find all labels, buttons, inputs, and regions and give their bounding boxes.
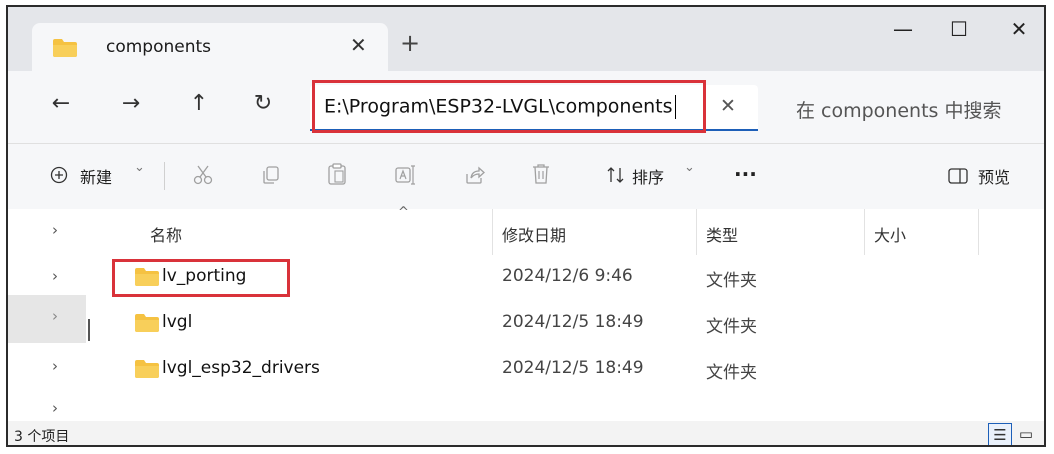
chevron-right-icon[interactable]: › [52,267,58,285]
clear-address-icon[interactable]: ✕ [720,95,736,117]
preview-pane-icon [948,168,968,184]
search-input[interactable]: 在 components 中搜索 [778,85,1040,131]
address-input[interactable]: E:\Program\ESP32-LVGL\components [324,95,677,119]
more-options-button[interactable]: ··· [734,162,757,186]
rename-icon[interactable] [394,164,416,186]
column-size[interactable]: 大小 [874,222,906,246]
maximize-button[interactable]: ☐ [944,17,974,41]
folder-icon [135,268,159,286]
column-modified[interactable]: 修改日期 [502,222,566,246]
new-label: 新建 [80,168,113,187]
file-name: lvgl [162,312,193,332]
tiles-view-button[interactable]: ▭ [1014,423,1038,445]
item-count: 3 个项目 [14,429,70,445]
sort-indicator-icon: ^ [398,205,409,220]
file-modified: 2024/12/5 18:49 [502,358,644,378]
title-bar: components ✕ + — ☐ ✕ [8,7,1044,71]
chevron-down-icon: ⌄ [684,160,695,175]
scissors-icon[interactable] [192,164,214,186]
table-row[interactable]: lvgl_esp32_drivers 2024/12/5 18:49 文件夹 [88,347,1044,393]
close-window-button[interactable]: ✕ [1004,17,1034,41]
address-bar[interactable]: E:\Program\ESP32-LVGL\components ✕ [310,85,758,131]
status-bar: 3 个项目 ☰ ▭ [8,421,1044,445]
nav-pane-selected-item[interactable] [8,295,86,343]
tab-label: components [106,37,212,57]
navigation-bar: ← → ↑ ↻ E:\Program\ESP32-LVGL\components… [8,71,1044,143]
chevron-right-icon[interactable]: › [52,357,58,375]
file-type: 文件夹 [706,363,757,383]
search-placeholder: 在 components 中搜索 [796,100,1002,122]
preview-label: 预览 [978,168,1011,187]
tab-close-icon[interactable]: ✕ [350,33,367,57]
column-divider[interactable] [696,209,697,255]
file-name: lvgl_esp32_drivers [162,358,320,378]
file-type: 文件夹 [706,271,757,291]
file-list-area: › › › › › ^ 名称 修改日期 类型 大小 lv_porting 202 [8,205,1044,421]
file-modified: 2024/12/6 9:46 [502,266,633,286]
file-name: lv_porting [162,266,247,286]
details-view-button[interactable]: ☰ [988,423,1012,445]
column-header: ^ 名称 修改日期 类型 大小 [88,205,1044,255]
folder-icon [135,360,159,378]
file-modified: 2024/12/5 18:49 [502,312,644,332]
column-type[interactable]: 类型 [706,222,738,246]
paste-icon[interactable] [326,162,348,186]
minimize-button[interactable]: — [888,17,918,41]
sort-label: 排序 [632,168,665,187]
text-caret [674,95,677,119]
command-bar: 新建 ⌄ 排序 ⌄ ··· 预览 [8,143,1044,209]
address-value: E:\Program\ESP32-LVGL\components [324,95,673,118]
column-divider[interactable] [492,209,493,255]
folder-icon [135,314,159,332]
chevron-right-icon[interactable]: › [52,399,58,417]
chevron-right-icon[interactable]: › [52,221,58,239]
copy-icon[interactable] [260,164,282,186]
file-type: 文件夹 [706,317,757,337]
plus-circle-icon [50,166,68,184]
file-explorer-window: components ✕ + — ☐ ✕ ← → ↑ ↻ E:\Program\… [6,5,1046,447]
tab-components[interactable]: components ✕ [32,23,388,71]
chevron-down-icon: ⌄ [134,160,145,175]
table-row[interactable]: lvgl 2024/12/5 18:49 文件夹 [88,301,1044,347]
column-divider[interactable] [864,209,865,255]
column-name[interactable]: 名称 [150,222,182,246]
trash-icon[interactable] [530,162,552,186]
column-divider[interactable] [978,209,979,255]
forward-button[interactable]: → [116,91,146,116]
new-tab-button[interactable]: + [400,29,420,57]
sort-icon [607,167,624,183]
folder-icon [53,39,77,57]
navigation-pane: › › › › › [8,209,88,421]
divider [164,162,165,190]
chevron-right-icon[interactable]: › [52,307,58,325]
table-row[interactable]: lv_porting 2024/12/6 9:46 文件夹 [88,255,1044,301]
back-button[interactable]: ← [46,91,76,116]
refresh-button[interactable]: ↻ [248,91,278,116]
up-button[interactable]: ↑ [184,91,214,116]
share-icon[interactable] [464,164,486,186]
